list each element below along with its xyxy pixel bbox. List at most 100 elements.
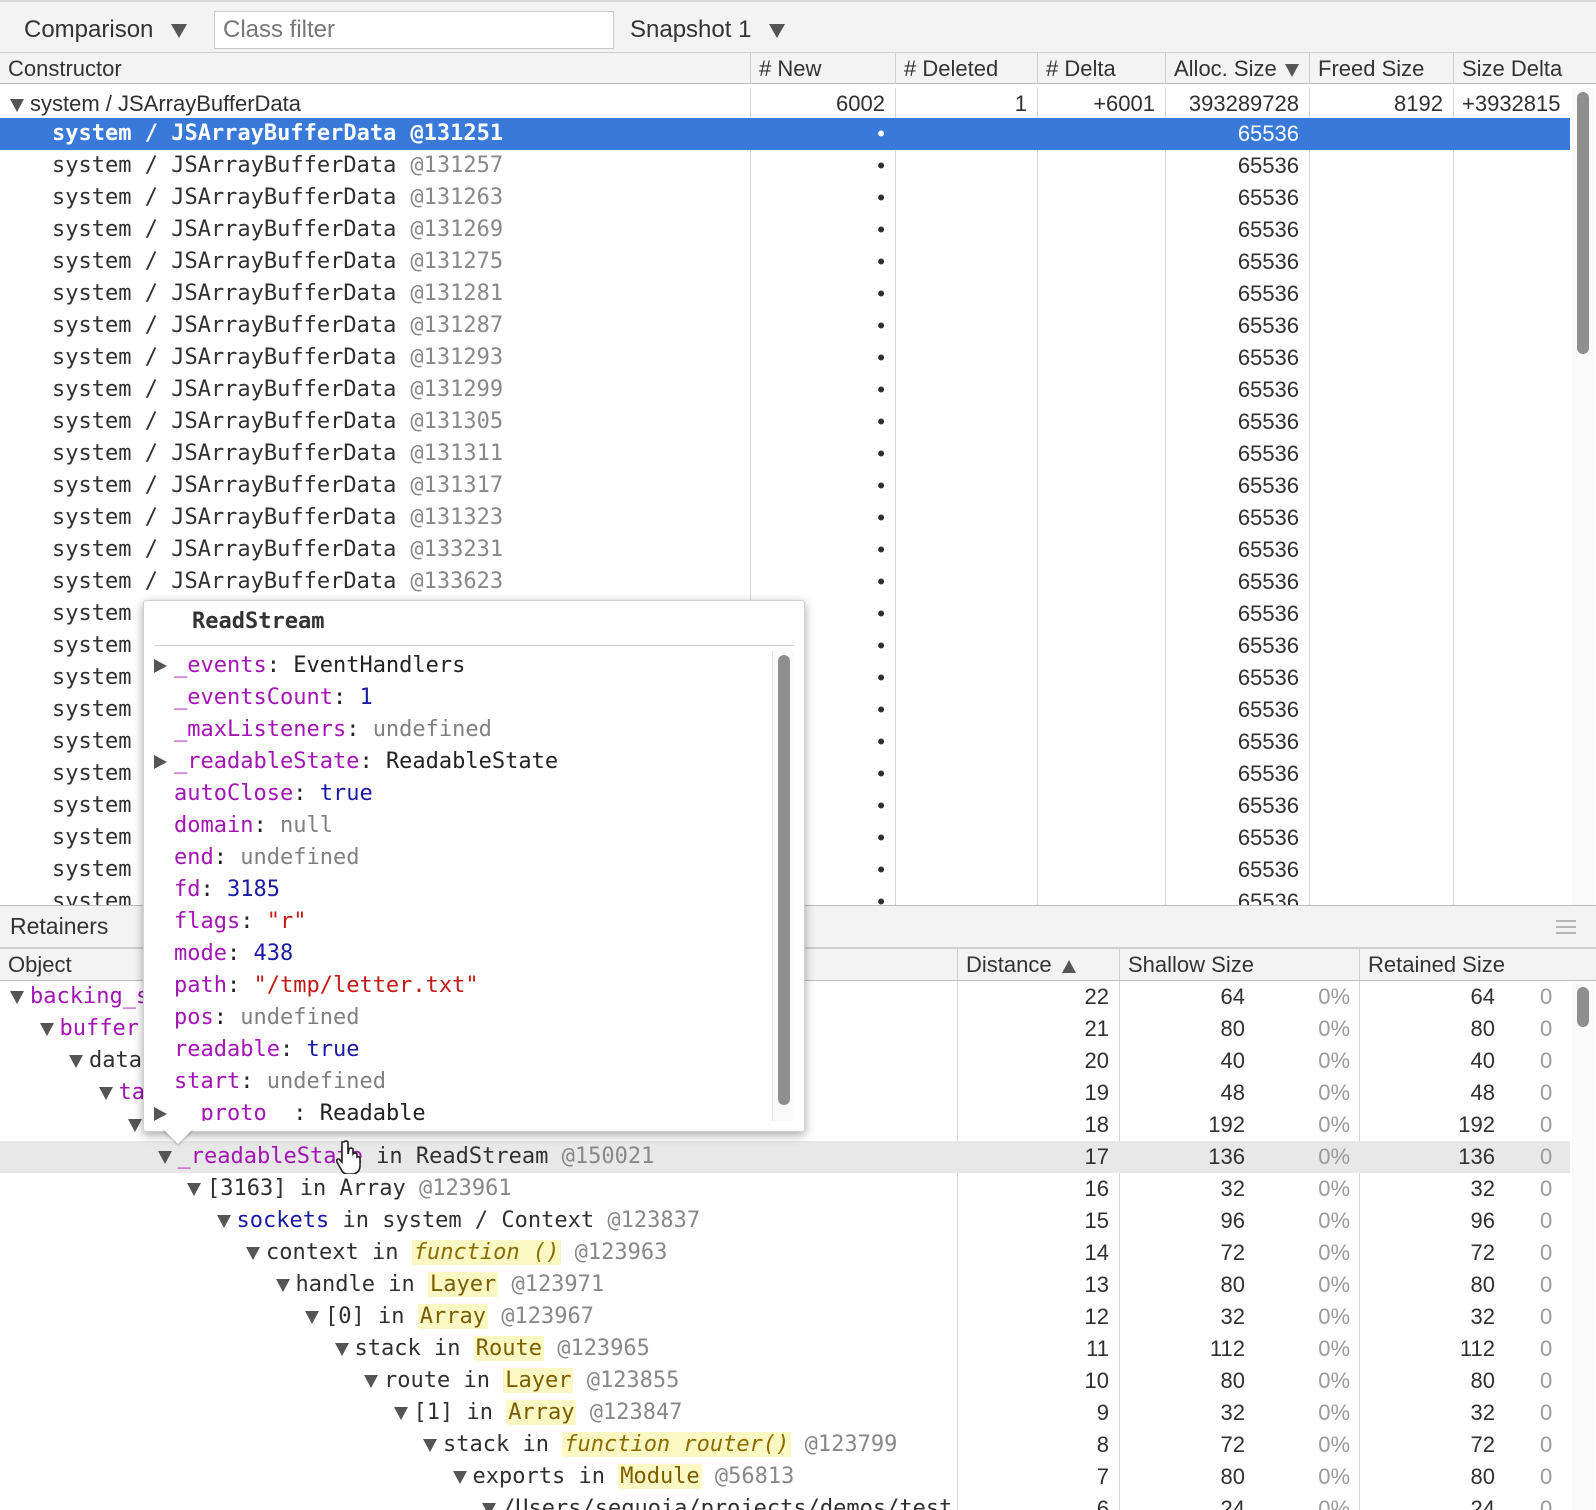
- retainer-segment: function (): [411, 1240, 562, 1265]
- constructor-row[interactable]: system / JSArrayBufferData @131257 • 65536: [0, 150, 1570, 182]
- expand-triangle-icon[interactable]: [10, 990, 24, 1004]
- retainer-row[interactable]: [0] in Array @123967 12 32 0% 32 0: [0, 1301, 1570, 1333]
- scrollbar-thumb[interactable]: [778, 655, 790, 1105]
- col-alloc-size[interactable]: Alloc. Size: [1165, 53, 1309, 84]
- retainer-row[interactable]: [3163] in Array @123961 16 32 0% 32 0: [0, 1173, 1570, 1205]
- property-row[interactable]: path: "/tmp/letter.txt": [154, 970, 479, 1002]
- popover-caret: [162, 1128, 194, 1144]
- col-delta[interactable]: # Delta: [1037, 53, 1165, 84]
- expand-triangle-icon[interactable]: [216, 1214, 231, 1228]
- constructor-row[interactable]: system / JSArrayBufferData @133231 • 65536: [0, 534, 1570, 566]
- retained-percent-cell: 0: [1540, 1272, 1553, 1297]
- col-shallow-size[interactable]: Shallow Size: [1119, 949, 1359, 980]
- property-row[interactable]: _maxListeners: undefined: [154, 714, 492, 746]
- col-constructor[interactable]: Constructor: [0, 53, 750, 84]
- expand-triangle-icon[interactable]: [69, 1054, 83, 1068]
- expand-triangle-icon[interactable]: [452, 1470, 467, 1484]
- property-value: 438: [253, 941, 294, 966]
- property-row[interactable]: mode: 438: [154, 938, 293, 970]
- view-select[interactable]: Comparison: [24, 16, 188, 44]
- constructor-row[interactable]: system / JSArrayBufferData @133623 • 65536: [0, 566, 1570, 598]
- retainer-row[interactable]: stack in function router() @123799 8 72 0% 7…: [0, 1429, 1570, 1461]
- property-row[interactable]: _readableState: ReadableState: [154, 746, 558, 778]
- popover-scrollbar[interactable]: [772, 651, 794, 1121]
- expand-triangle-icon[interactable]: [246, 1246, 260, 1260]
- constructor-row[interactable]: system / JSArrayBufferData @131251 • 65536: [0, 118, 1570, 150]
- property-row[interactable]: flags: "r": [154, 906, 306, 938]
- col-size-delta[interactable]: Size Delta: [1453, 53, 1596, 84]
- shallow-percent-cell: 0%: [1318, 1048, 1350, 1073]
- class-filter-input[interactable]: [214, 11, 614, 49]
- expand-triangle-icon[interactable]: [39, 1022, 54, 1036]
- constructor-row[interactable]: system / JSArrayBufferData @131269 • 65536: [0, 214, 1570, 246]
- expand-triangle-icon[interactable]: [128, 1118, 142, 1132]
- retainer-row[interactable]: route in Layer @123855 10 80 0% 80 0: [0, 1365, 1570, 1397]
- expand-triangle-icon[interactable]: [305, 1310, 319, 1324]
- constructor-row[interactable]: system / JSArrayBufferData @131263 • 65536: [0, 182, 1570, 214]
- expand-triangle-icon[interactable]: [275, 1278, 290, 1292]
- retainer-row[interactable]: [1] in Array @123847 9 32 0% 32 0: [0, 1397, 1570, 1429]
- property-row[interactable]: end: undefined: [154, 842, 359, 874]
- drag-handle-icon[interactable]: [1556, 920, 1576, 938]
- retainer-row[interactable]: handle in Layer @123971 13 80 0% 80 0: [0, 1269, 1570, 1301]
- property-row[interactable]: fd: 3185: [154, 874, 280, 906]
- expand-triangle-icon[interactable]: [157, 1150, 172, 1164]
- expand-triangle-icon[interactable]: [98, 1086, 113, 1100]
- expand-triangle-icon[interactable]: [364, 1374, 378, 1388]
- retained-percent-cell: 0: [1540, 984, 1553, 1009]
- retainer-segment: route: [384, 1368, 451, 1393]
- expand-triangle-icon[interactable]: [393, 1406, 408, 1420]
- expand-triangle-icon[interactable]: [423, 1438, 437, 1452]
- constructor-row[interactable]: system / JSArrayBufferData @131281 • 65536: [0, 278, 1570, 310]
- retainer-row[interactable]: _readableState in ReadStream @150021 17 13…: [0, 1141, 1570, 1173]
- expand-triangle-icon[interactable]: [334, 1342, 349, 1356]
- col-freed-size[interactable]: Freed Size: [1309, 53, 1453, 84]
- expand-arrow-icon[interactable]: [154, 1107, 167, 1121]
- constructor-name-cell: system / JSArrayBufferData @131299: [52, 374, 742, 406]
- constructor-row[interactable]: system / JSArrayBufferData @131287 • 65536: [0, 310, 1570, 342]
- object-preview-popover[interactable]: ReadStream _events: EventHandlers _events…: [143, 600, 805, 1132]
- property-row[interactable]: _eventsCount: 1: [154, 682, 373, 714]
- expand-triangle-icon[interactable]: [187, 1182, 201, 1196]
- col-retained-size[interactable]: Retained Size: [1359, 949, 1596, 980]
- retainer-row[interactable]: stack in Route @123965 11 112 0% 112 0: [0, 1333, 1570, 1365]
- constructor-group-row[interactable]: system / JSArrayBufferData 6002 1 +6001 3932…: [0, 88, 1570, 120]
- retainer-row[interactable]: exports in Module @56813 7 80 0% 80 0: [0, 1461, 1570, 1493]
- constructor-row[interactable]: system / JSArrayBufferData @131299 • 65536: [0, 374, 1570, 406]
- retainer-segment: Layer: [503, 1368, 574, 1393]
- scrollbar-thumb[interactable]: [1577, 92, 1589, 354]
- constructor-name-cell: system / JSArrayBufferData @131305: [52, 406, 742, 438]
- property-row[interactable]: autoClose: true: [154, 778, 373, 810]
- constructor-row[interactable]: system / JSArrayBufferData @131311 • 65536: [0, 438, 1570, 470]
- expand-arrow-icon[interactable]: [154, 659, 167, 673]
- property-row[interactable]: __proto__: Readable: [154, 1098, 426, 1121]
- retainer-row[interactable]: /Users/sequoia/projects/demos/test- 6 24 0%…: [0, 1493, 1570, 1510]
- retainer-row[interactable]: sockets in system / Context @123837 15 96 0…: [0, 1205, 1570, 1237]
- property-value: undefined: [240, 845, 360, 870]
- constructor-row[interactable]: system / JSArrayBufferData @131323 • 65536: [0, 502, 1570, 534]
- retained-percent-cell: 0: [1540, 1016, 1553, 1041]
- constructor-row[interactable]: system / JSArrayBufferData @131317 • 65536: [0, 470, 1570, 502]
- scrollbar-thumb[interactable]: [1577, 987, 1589, 1027]
- property-row[interactable]: _events: EventHandlers: [154, 651, 465, 682]
- constructor-scrollbar[interactable]: [1572, 88, 1594, 905]
- expand-triangle-icon[interactable]: [10, 98, 24, 112]
- retainer-row[interactable]: context in function () @123963 14 72 0% 72 0: [0, 1237, 1570, 1269]
- col-distance[interactable]: Distance: [957, 949, 1119, 980]
- constructor-row[interactable]: system / JSArrayBufferData @131293 • 65536: [0, 342, 1570, 374]
- expand-triangle-icon[interactable]: [482, 1502, 496, 1510]
- property-row[interactable]: pos: undefined: [154, 1002, 359, 1034]
- property-row[interactable]: readable: true: [154, 1034, 359, 1066]
- col-new[interactable]: # New: [750, 53, 895, 84]
- col-deleted[interactable]: # Deleted: [895, 53, 1037, 84]
- retainers-scrollbar[interactable]: [1572, 981, 1594, 1510]
- snapshot-select[interactable]: Snapshot 1: [630, 16, 786, 44]
- retainer-segment: @150021: [548, 1144, 655, 1169]
- popover-properties[interactable]: _events: EventHandlers _eventsCount: 1 _ma…: [154, 651, 776, 1121]
- expand-arrow-icon[interactable]: [154, 755, 167, 769]
- constructor-row[interactable]: system / JSArrayBufferData @131305 • 65536: [0, 406, 1570, 438]
- property-row[interactable]: domain: null: [154, 810, 333, 842]
- constructor-row[interactable]: system / JSArrayBufferData @131275 • 65536: [0, 246, 1570, 278]
- property-row[interactable]: start: undefined: [154, 1066, 386, 1098]
- property-key: end: [174, 845, 214, 870]
